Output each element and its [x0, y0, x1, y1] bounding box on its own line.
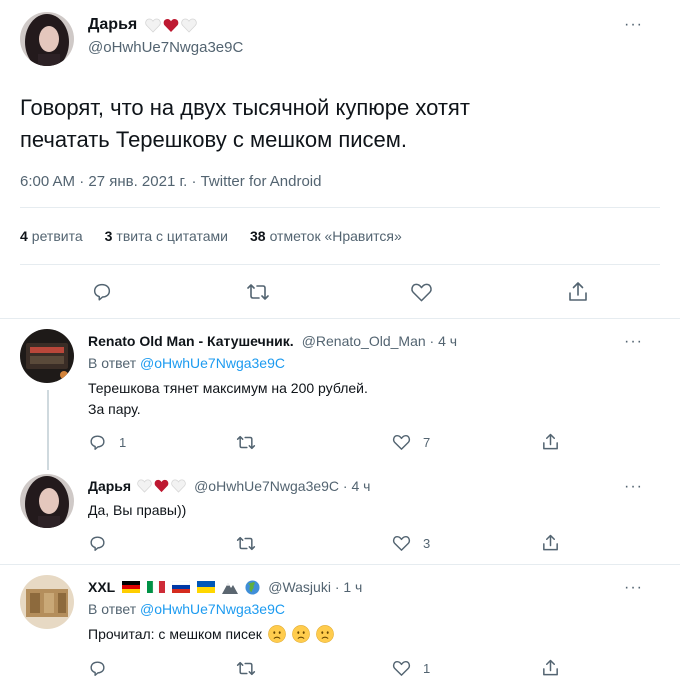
- tweet-stats: 4 ретвита 3 твита с цитатами 38 отметок «Нр…: [20, 228, 402, 244]
- crying-face-emoji-icon: [291, 625, 310, 643]
- reply-icon[interactable]: [91, 281, 113, 303]
- reply-header: XXL @Wasjuki · 1 ч: [88, 579, 362, 595]
- reply-icon: [90, 536, 105, 551]
- tweet-text-line: Говорят, что на двух тысячной купюре хот…: [20, 95, 470, 120]
- more-options-icon[interactable]: ···: [624, 333, 643, 351]
- avatar[interactable]: [20, 329, 74, 383]
- heart-emoji-group: [137, 479, 186, 493]
- reply-text: Терешкова тянет максимум на 200 рублей. …: [88, 378, 368, 420]
- in-reply-handle-link[interactable]: @oHwhUe7Nwga3e9C: [140, 601, 285, 617]
- like-stat-label: отметок «Нравится»: [269, 228, 402, 244]
- in-reply-prefix: В ответ: [88, 355, 137, 371]
- in-reply-to: В ответ @oHwhUe7Nwga3e9C: [88, 601, 285, 617]
- reply-count: 1: [119, 435, 127, 450]
- author-name[interactable]: Дарья: [88, 478, 131, 494]
- author-name-row: Дарья: [88, 16, 197, 34]
- divider: [20, 207, 660, 208]
- tweet-text-line: печатать Терешкову с мешком писем.: [20, 127, 407, 152]
- more-options-icon[interactable]: ···: [624, 478, 643, 496]
- russia-flag-icon: [172, 581, 191, 593]
- reply-header: Renato Old Man - Катушечник. @Renato_Old…: [88, 333, 457, 349]
- retweet-icon[interactable]: [246, 281, 270, 303]
- like-action[interactable]: 3: [392, 534, 430, 552]
- reply-text: Да, Вы правы)): [88, 502, 187, 518]
- like-action[interactable]: 7: [392, 433, 430, 451]
- reply-text-line: Прочитал: с мешком писек: [88, 626, 262, 642]
- retweet-icon: [236, 536, 256, 551]
- like-action[interactable]: 1: [392, 659, 430, 677]
- tweet-text: Говорят, что на двух тысячной купюре хот…: [20, 92, 650, 156]
- red-heart-icon: [154, 479, 169, 493]
- share-icon[interactable]: [541, 432, 560, 452]
- crying-face-emoji-icon: [267, 625, 286, 643]
- author-handle[interactable]: @oHwhUe7Nwga3e9C · 4 ч: [194, 478, 370, 494]
- in-reply-prefix: В ответ: [88, 601, 137, 617]
- white-heart-icon: [171, 479, 186, 493]
- avatar[interactable]: [20, 575, 74, 629]
- crying-face-emoji-icon: [315, 625, 334, 643]
- reply-action[interactable]: 1: [88, 433, 126, 452]
- tweet-meta[interactable]: 6:00 AM · 27 янв. 2021 г. · Twitter for …: [20, 173, 322, 190]
- share-icon[interactable]: [541, 658, 560, 678]
- more-options-icon[interactable]: ···: [624, 16, 643, 34]
- retweet-action[interactable]: [236, 433, 268, 452]
- retweet-action[interactable]: [236, 659, 268, 678]
- retweet-icon: [236, 435, 256, 450]
- retweet-stat-label: ретвита: [31, 228, 83, 244]
- reply-text-line: Терешкова тянет максимум на 200 рублей.: [88, 380, 368, 396]
- like-icon: [392, 434, 411, 450]
- retweet-stat[interactable]: 4 ретвита: [20, 228, 83, 244]
- author-handle[interactable]: @oHwhUe7Nwga3e9C: [88, 39, 243, 56]
- like-count: 7: [423, 434, 431, 450]
- italy-flag-icon: [147, 581, 166, 593]
- germany-flag-icon: [122, 581, 141, 593]
- author-handle[interactable]: @Wasjuki · 1 ч: [268, 579, 362, 595]
- author-name[interactable]: XXL: [88, 579, 115, 595]
- heart-emoji-group: [145, 18, 197, 33]
- like-icon: [392, 535, 411, 551]
- like-count: 3: [423, 535, 431, 551]
- like-count: 38: [249, 228, 266, 244]
- reply-tweet[interactable]: Дарья @oHwhUe7Nwga3e9C · 4 ч ··· Да, Вы …: [0, 464, 680, 564]
- avatar[interactable]: [20, 12, 74, 66]
- reply-text: Прочитал: с мешком писек: [88, 624, 334, 645]
- ukraine-flag-icon: [197, 581, 216, 593]
- reply-text-line: За пару.: [88, 401, 141, 417]
- reply-action[interactable]: [88, 659, 119, 678]
- reply-tweet[interactable]: XXL @Wasjuki · 1 ч ··· В ответ @oHwhUe7N…: [0, 565, 680, 700]
- white-heart-icon: [137, 479, 152, 493]
- like-icon[interactable]: [410, 281, 433, 303]
- quote-stat[interactable]: 3 твита с цитатами: [105, 228, 228, 244]
- retweet-icon: [236, 661, 256, 676]
- author-handle[interactable]: @Renato_Old_Man · 4 ч: [302, 333, 457, 349]
- author-name[interactable]: Renato Old Man - Катушечник.: [88, 333, 294, 349]
- in-reply-handle-link[interactable]: @oHwhUe7Nwga3e9C: [140, 355, 285, 371]
- like-icon: [392, 660, 411, 676]
- reply-header: Дарья @oHwhUe7Nwga3e9C · 4 ч: [88, 478, 370, 494]
- white-heart-icon: [145, 18, 161, 33]
- more-options-icon[interactable]: ···: [624, 579, 643, 597]
- author-name[interactable]: Дарья: [88, 16, 137, 34]
- retweet-count: 4: [20, 228, 28, 244]
- quote-stat-label: твита с цитатами: [116, 228, 228, 244]
- divider: [20, 264, 660, 265]
- quote-count: 3: [104, 228, 113, 244]
- in-reply-to: В ответ @oHwhUe7Nwga3e9C: [88, 355, 285, 371]
- like-count: 1: [423, 660, 431, 676]
- reply-tweet[interactable]: Renato Old Man - Катушечник. @Renato_Old…: [0, 319, 680, 464]
- reply-icon: [90, 661, 105, 676]
- share-icon[interactable]: [541, 533, 560, 553]
- white-heart-icon: [181, 18, 197, 33]
- like-stat[interactable]: 38 отметок «Нравится»: [250, 228, 402, 244]
- reply-action[interactable]: [88, 534, 119, 553]
- reply-icon: [90, 435, 105, 450]
- globe-icon: [245, 579, 260, 595]
- retweet-action[interactable]: [236, 534, 268, 553]
- main-tweet: Дарья @oHwhUe7Nwga3e9C ··· Говорят, что …: [0, 0, 680, 318]
- mountain-icon: [222, 583, 239, 594]
- avatar[interactable]: [20, 474, 74, 528]
- share-icon[interactable]: [567, 280, 589, 304]
- red-heart-icon: [163, 18, 179, 32]
